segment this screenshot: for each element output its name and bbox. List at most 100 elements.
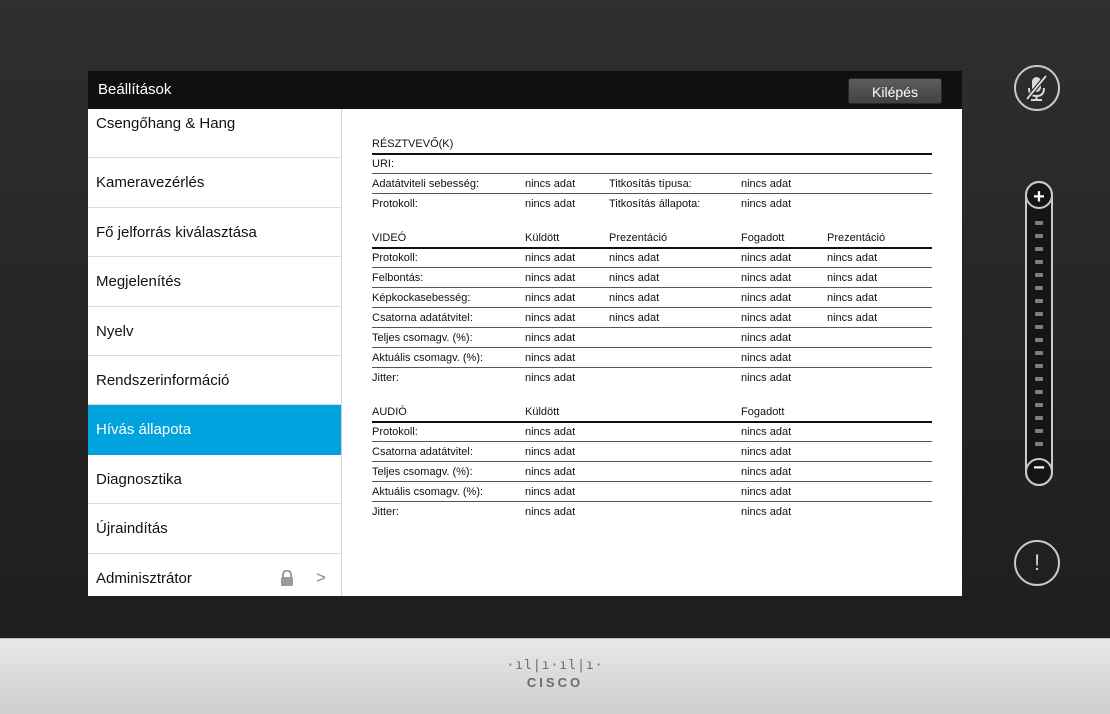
volume-level-ticks xyxy=(1035,221,1043,455)
table-cell: nincs adat xyxy=(827,312,878,324)
call-status-panel: RÉSZTVEVŐ(K) URI: Adatátviteli sebesség: ni… xyxy=(342,109,962,596)
table-cell: nincs adat xyxy=(741,372,792,384)
table-cell: nincs adat xyxy=(741,466,792,478)
table-row: Aktuális csomagv. (%): nincs adat nincs ad… xyxy=(372,349,932,368)
sidebar-item-1[interactable]: Kameravezérlés xyxy=(88,158,341,208)
window-title: Beállítások xyxy=(98,81,172,98)
table-cell: nincs adat xyxy=(741,272,792,284)
table-cell: nincs adat xyxy=(609,312,660,324)
sidebar-item-label: Nyelv xyxy=(96,322,134,340)
table-row: Teljes csomagv. (%): nincs adat nincs adat xyxy=(372,329,932,348)
table-row: Jitter: nincs adat nincs adat xyxy=(372,503,932,521)
table-cell: nincs adat xyxy=(525,292,576,304)
table-cell: nincs adat xyxy=(525,486,576,498)
table-cell: nincs adat xyxy=(741,426,792,438)
minus-icon: − xyxy=(1033,457,1045,479)
table-row: Protokoll: nincs adat nincs adat nincs adat… xyxy=(372,249,932,268)
table-cell: Képkockasebesség: xyxy=(372,292,471,304)
sidebar-item-2[interactable]: Fő jelforrás kiválasztása xyxy=(88,208,341,258)
table-cell: Csatorna adatátvitel: xyxy=(372,312,473,324)
table-cell: Aktuális csomagv. (%): xyxy=(372,486,484,498)
table-row: URI: xyxy=(372,155,932,174)
table-cell: Jitter: xyxy=(372,506,399,518)
table-cell: nincs adat xyxy=(609,272,660,284)
table-row: Felbontás: nincs adat nincs adat nincs adat… xyxy=(372,269,932,288)
table-cell: nincs adat xyxy=(741,352,792,364)
audio-section-header: AUDIÓ Küldött Fogadott xyxy=(372,403,932,423)
table-cell: nincs adat xyxy=(741,506,792,518)
table-cell: Protokoll: xyxy=(372,426,418,438)
table-cell: Titkosítás állapota: xyxy=(609,198,701,210)
sidebar-item-label: Rendszerinformáció xyxy=(96,371,230,389)
table-row: Teljes csomagv. (%): nincs adat nincs adat xyxy=(372,463,932,482)
sidebar-item-label: Adminisztrátor xyxy=(96,569,192,587)
sidebar-item-4[interactable]: Nyelv xyxy=(88,307,341,356)
cisco-logo-bars: ·ıl|ı·ıl|ı· xyxy=(506,658,604,673)
table-cell: nincs adat xyxy=(827,252,878,264)
table-cell: URI: xyxy=(372,158,394,170)
table-cell: Fogadott xyxy=(741,406,785,418)
sidebar-item-label: Csengőhang & Hang xyxy=(96,115,236,132)
settings-window: Beállítások Kilépés Csengőhang & Hang Kam… xyxy=(88,71,962,596)
cisco-logo: ·ıl|ı·ıl|ı· CISCO xyxy=(0,659,1110,690)
volume-slider[interactable]: + − xyxy=(1025,181,1053,486)
table-cell: nincs adat xyxy=(827,292,878,304)
alert-button[interactable]: ! xyxy=(1014,540,1060,586)
table-cell: nincs adat xyxy=(525,506,576,518)
table-cell: nincs adat xyxy=(525,272,576,284)
table-row: Csatorna adatátvitel: nincs adat nincs ada… xyxy=(372,443,932,462)
participant-section-header: RÉSZTVEVŐ(K) xyxy=(372,135,932,155)
sidebar-item-label: Újraindítás xyxy=(96,520,168,538)
title-bar: Beállítások Kilépés xyxy=(88,71,962,109)
table-cell: nincs adat xyxy=(741,198,792,210)
table-cell: nincs adat xyxy=(741,446,792,458)
table-cell: Aktuális csomagv. (%): xyxy=(372,352,484,364)
table-cell: nincs adat xyxy=(525,446,576,458)
sidebar-item-label: Fő jelforrás kiválasztása xyxy=(96,223,257,241)
settings-sidebar: Csengőhang & Hang Kameravezérlés Fő jelfor… xyxy=(88,109,342,596)
sidebar-item-9[interactable]: Adminisztrátor > xyxy=(88,554,341,596)
sidebar-item-6[interactable]: Hívás állapota xyxy=(88,405,341,455)
mute-button[interactable] xyxy=(1014,65,1060,111)
table-row: Képkockasebesség: nincs adat nincs adat nin… xyxy=(372,289,932,308)
sidebar-item-3[interactable]: Megjelenítés xyxy=(88,257,341,307)
volume-down-button[interactable]: − xyxy=(1025,458,1053,486)
table-row: Aktuális csomagv. (%): nincs adat nincs ad… xyxy=(372,483,932,502)
table-cell: Jitter: xyxy=(372,372,399,384)
table-cell: nincs adat xyxy=(741,252,792,264)
table-cell: Teljes csomagv. (%): xyxy=(372,466,473,478)
table-row: Protokoll: nincs adat nincs adat xyxy=(372,423,932,442)
table-cell: nincs adat xyxy=(525,198,576,210)
sidebar-item-label: Hívás állapota xyxy=(96,421,192,439)
plus-icon: + xyxy=(1033,186,1045,208)
table-cell: nincs adat xyxy=(609,292,660,304)
call-status-tables: RÉSZTVEVŐ(K) URI: Adatátviteli sebesség: ni… xyxy=(357,109,957,596)
table-cell: Teljes csomagv. (%): xyxy=(372,332,473,344)
table-cell: nincs adat xyxy=(741,312,792,324)
lock-icon xyxy=(281,569,293,586)
table-cell: nincs adat xyxy=(609,252,660,264)
table-cell: nincs adat xyxy=(741,486,792,498)
sidebar-item-7[interactable]: Diagnosztika xyxy=(88,455,341,505)
table-cell: Protokoll: xyxy=(372,252,418,264)
sidebar-item-label: Diagnosztika xyxy=(96,470,182,488)
sidebar-item-5[interactable]: Rendszerinformáció xyxy=(88,356,341,406)
table-cell: nincs adat xyxy=(525,372,576,384)
table-cell: nincs adat xyxy=(741,332,792,344)
table-cell: Csatorna adatátvitel: xyxy=(372,446,473,458)
sidebar-item-8[interactable]: Újraindítás xyxy=(88,504,341,554)
cisco-logo-word: CISCO xyxy=(526,675,584,690)
table-cell: Küldött xyxy=(525,232,560,244)
table-cell: nincs adat xyxy=(525,178,576,190)
table-cell: nincs adat xyxy=(525,312,576,324)
sidebar-item-0[interactable]: Csengőhang & Hang xyxy=(88,109,341,159)
table-cell: Küldött xyxy=(525,406,560,418)
table-cell: nincs adat xyxy=(827,272,878,284)
volume-up-button[interactable]: + xyxy=(1025,181,1053,209)
exit-button[interactable]: Kilépés xyxy=(848,78,942,104)
table-cell: nincs adat xyxy=(525,352,576,364)
sidebar-item-label: Kameravezérlés xyxy=(96,174,205,192)
alert-icon: ! xyxy=(1033,550,1041,575)
table-row: Jitter: nincs adat nincs adat xyxy=(372,369,932,387)
table-row: Adatátviteli sebesség: nincs adat Titkosít… xyxy=(372,175,932,194)
